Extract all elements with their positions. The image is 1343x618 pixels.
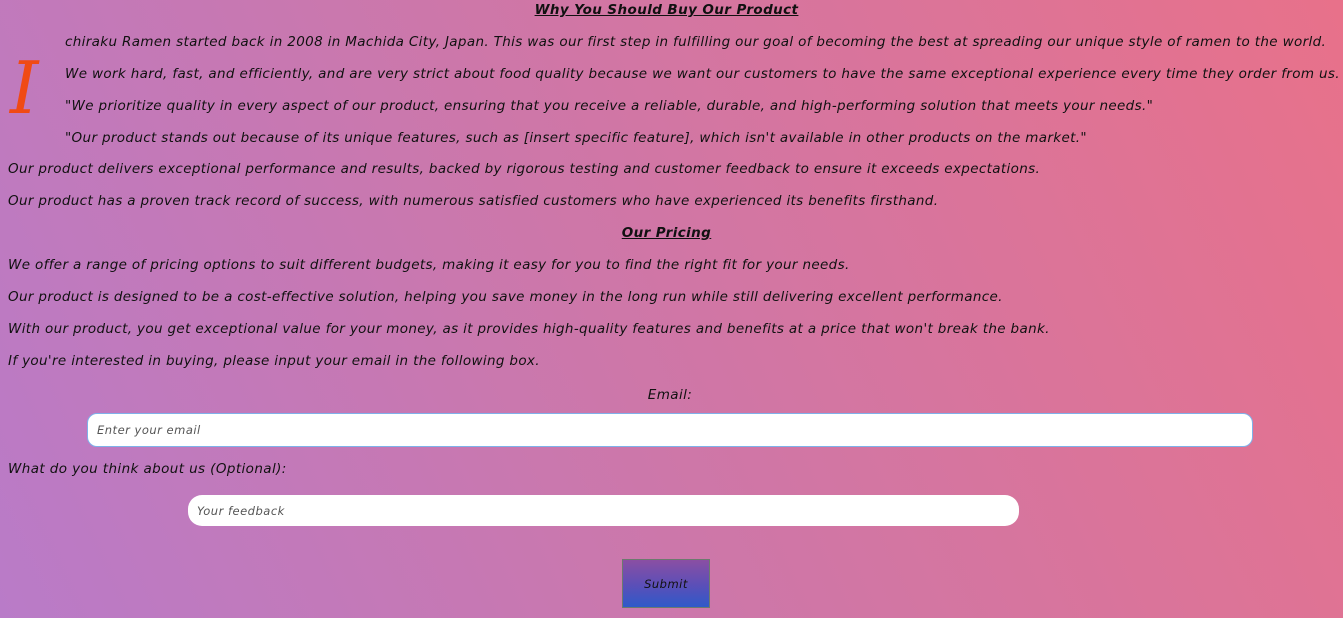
intro-paragraph-2: We work hard, fast, and efficiently, and… — [65, 66, 1340, 82]
pricing-paragraph-2: Our product is designed to be a cost-eff… — [8, 289, 1003, 305]
pricing-heading: Our Pricing — [621, 225, 712, 241]
intro-paragraph-4: "Our product stands out because of its u… — [65, 130, 1087, 146]
intro-paragraph-5: Our product delivers exceptional perform… — [8, 161, 1041, 177]
intro-paragraph-1: chiraku Ramen started back in 2008 in Ma… — [65, 34, 1327, 50]
feedback-input[interactable] — [188, 495, 1019, 526]
feedback-label: What do you think about us (Optional): — [8, 461, 287, 477]
intro-paragraph-6: Our product has a proven track record of… — [8, 193, 939, 209]
pricing-paragraph-1: We offer a range of pricing options to s… — [8, 257, 850, 273]
page: Why You Should Buy Our Product I chiraku… — [0, 0, 1343, 618]
pricing-paragraph-3: With our product, you get exceptional va… — [8, 321, 1050, 337]
submit-button[interactable]: Submit — [622, 559, 710, 608]
drop-cap-letter: I — [10, 46, 39, 130]
why-buy-heading: Why You Should Buy Our Product — [534, 2, 799, 18]
intro-paragraph-3: "We prioritize quality in every aspect o… — [65, 98, 1154, 114]
pricing-paragraph-4: If you're interested in buying, please i… — [8, 353, 540, 369]
email-input[interactable] — [87, 413, 1253, 447]
email-label: Email: — [647, 387, 693, 403]
